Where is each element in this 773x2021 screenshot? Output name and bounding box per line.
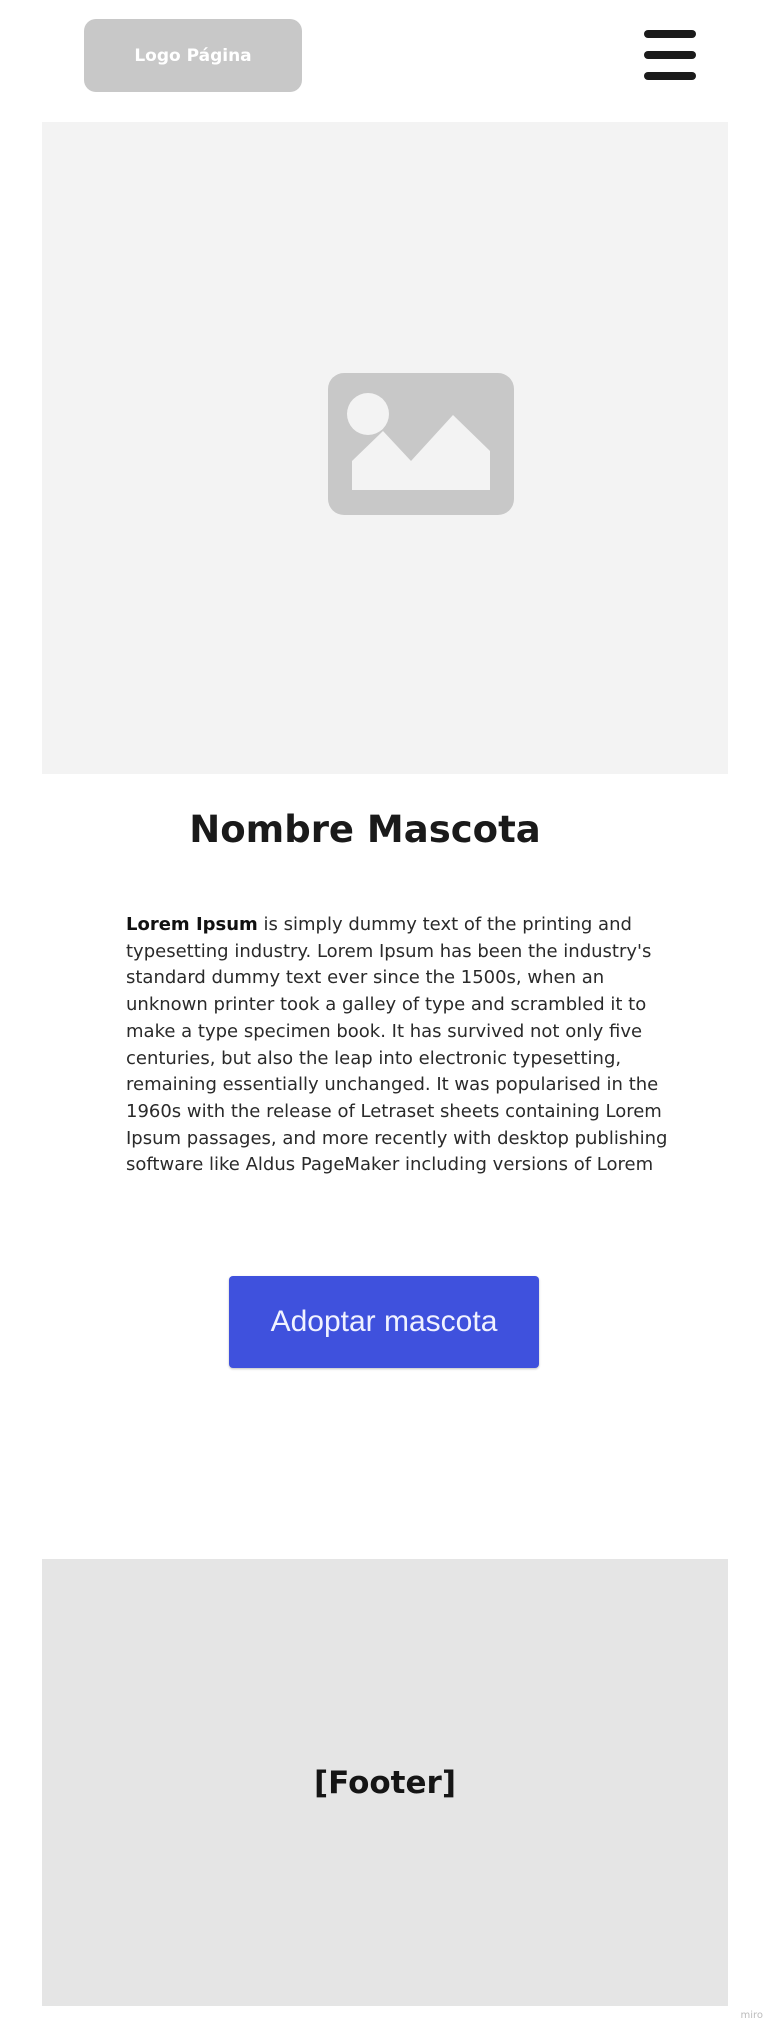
hamburger-menu-icon[interactable] [644, 30, 696, 80]
pet-description: Lorem Ipsum is simply dummy text of the … [126, 912, 668, 1179]
menu-bar [644, 51, 696, 59]
footer-label: [Footer] [314, 1764, 456, 1801]
menu-bar [644, 72, 696, 80]
menu-bar [644, 30, 696, 38]
logo-label: Logo Página [134, 45, 252, 66]
pet-image-placeholder [42, 122, 728, 774]
watermark: miro [740, 2010, 763, 2021]
description-lead: Lorem Ipsum [126, 914, 258, 935]
description-body: is simply dummy text of the printing and… [126, 914, 668, 1176]
logo-placeholder[interactable]: Logo Página [84, 19, 302, 92]
footer: [Footer] [42, 1559, 728, 2006]
image-placeholder-icon [328, 373, 514, 515]
adopt-pet-button[interactable]: Adoptar mascota [229, 1276, 539, 1368]
pet-name: Nombre Mascota [189, 808, 541, 851]
